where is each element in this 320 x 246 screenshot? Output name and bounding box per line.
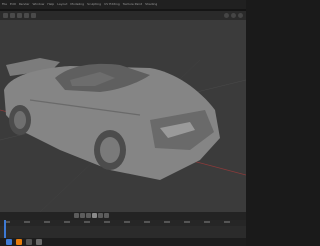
- frame-ruler[interactable]: [0, 220, 246, 226]
- playhead[interactable]: [4, 220, 6, 238]
- app-icon-2[interactable]: [36, 239, 42, 245]
- tab-sculpting[interactable]: Sculpting: [87, 0, 101, 9]
- shading-render-icon[interactable]: [238, 13, 243, 18]
- menu-window[interactable]: Window: [33, 0, 45, 9]
- menu-file[interactable]: File: [2, 0, 7, 9]
- tab-uv-editing[interactable]: UV Editing: [104, 0, 120, 9]
- top-menu-bar: File Edit Render Window Help Layout Mode…: [0, 0, 246, 9]
- tick: [224, 221, 230, 223]
- tab-shading[interactable]: Shading: [145, 0, 157, 9]
- menu-help[interactable]: Help: [47, 0, 54, 9]
- next-key-icon[interactable]: [98, 213, 103, 218]
- play-icon[interactable]: [92, 213, 97, 218]
- tick: [144, 221, 150, 223]
- timeline-header: [0, 212, 246, 220]
- tick: [124, 221, 130, 223]
- add-icon[interactable]: [24, 13, 29, 18]
- front-wheel-rim: [100, 137, 120, 163]
- tick: [184, 221, 190, 223]
- menu-edit[interactable]: Edit: [10, 0, 16, 9]
- tab-texture-paint[interactable]: Texture Paint: [123, 0, 142, 9]
- jump-start-icon[interactable]: [74, 213, 79, 218]
- tick: [24, 221, 30, 223]
- tick: [204, 221, 210, 223]
- shading-solid-icon[interactable]: [224, 13, 229, 18]
- prev-key-icon[interactable]: [80, 213, 85, 218]
- shading-material-icon[interactable]: [231, 13, 236, 18]
- play-reverse-icon[interactable]: [86, 213, 91, 218]
- start-icon[interactable]: [6, 239, 12, 245]
- tick: [44, 221, 50, 223]
- view-icon[interactable]: [10, 13, 15, 18]
- viewport-header: [0, 11, 246, 20]
- blender-icon[interactable]: [16, 239, 22, 245]
- editor-type-icon[interactable]: [3, 13, 8, 18]
- jump-end-icon[interactable]: [104, 213, 109, 218]
- viewport-canvas: [0, 58, 246, 212]
- tick: [104, 221, 110, 223]
- object-icon[interactable]: [31, 13, 36, 18]
- rear-wheel-rim: [14, 111, 26, 129]
- main-menu: File Edit Render Window Help Layout Mode…: [2, 0, 157, 9]
- app-icon[interactable]: [26, 239, 32, 245]
- menu-render[interactable]: Render: [19, 0, 30, 9]
- tab-layout[interactable]: Layout: [57, 0, 67, 9]
- timeline[interactable]: [0, 220, 246, 238]
- tick: [64, 221, 70, 223]
- taskbar: [0, 238, 246, 246]
- select-icon[interactable]: [17, 13, 22, 18]
- tick: [164, 221, 170, 223]
- 3d-viewport[interactable]: [0, 20, 246, 212]
- tab-modeling[interactable]: Modeling: [70, 0, 84, 9]
- race-car-model[interactable]: [4, 58, 220, 180]
- tick: [84, 221, 90, 223]
